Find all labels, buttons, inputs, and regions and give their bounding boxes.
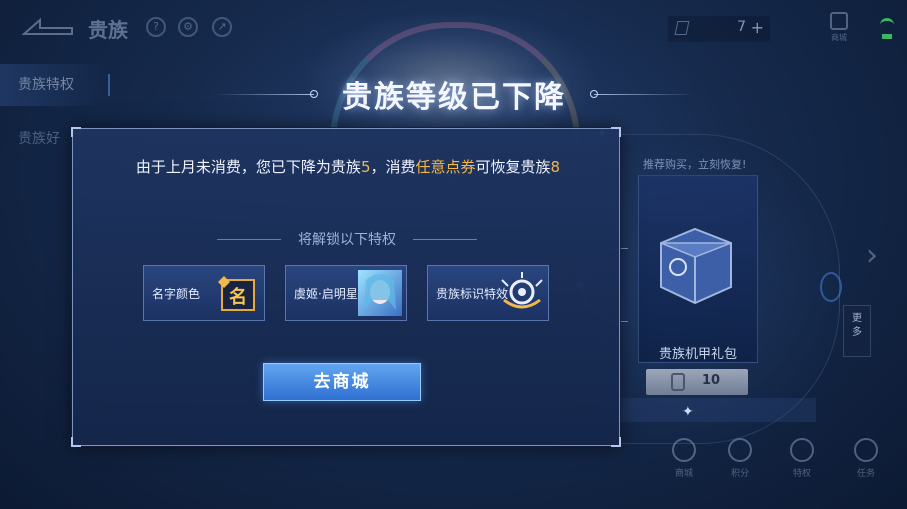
currency-name: 任意点券 xyxy=(415,158,476,176)
wifi-icon xyxy=(880,18,894,32)
shop-icon xyxy=(830,12,848,30)
next-arrow-icon[interactable]: › xyxy=(866,238,878,273)
currency-display[interactable]: 7 + xyxy=(668,16,770,42)
crown-icon xyxy=(790,438,814,462)
sparkle-icon: ✦ xyxy=(682,404,694,420)
bottom-label: 特权 xyxy=(792,469,811,479)
recommend-hint: 推荐购买，立刻恢复! xyxy=(643,158,747,171)
corner-ornament xyxy=(611,437,621,447)
gift-name: 贵族机甲礼包 xyxy=(658,347,737,362)
mecha-gift-box-icon xyxy=(660,227,732,305)
downgrade-message: 由于上月未消费，您已下降为贵族5，消费任意点券可恢复贵族8 xyxy=(118,155,578,179)
more-button[interactable]: 更多 xyxy=(843,305,871,357)
share-icon[interactable]: ↗ xyxy=(212,17,232,37)
modal-title-bar: 贵族等级已下降 xyxy=(214,70,694,120)
message-text: ，消费 xyxy=(370,158,416,176)
skin-portrait-icon xyxy=(358,270,402,316)
bottom-icon-task[interactable]: 任务 xyxy=(846,438,886,484)
corner-ornament xyxy=(71,437,81,447)
points-icon xyxy=(728,438,752,462)
message-text: 由于上月未消费，您已下降为贵族 xyxy=(135,158,361,176)
corner-ornament xyxy=(71,127,81,137)
divider-right xyxy=(413,239,477,240)
emblem-ring-icon xyxy=(820,272,842,302)
bottom-label: 积分 xyxy=(730,469,749,479)
shop-corner-button[interactable]: 商城 xyxy=(826,12,852,44)
privilege-label: 名字颜色 xyxy=(152,287,201,301)
privilege-skin[interactable]: 虞姬·启明星使 xyxy=(285,265,407,321)
bottom-label: 任务 xyxy=(856,469,875,479)
voucher-icon xyxy=(674,21,690,35)
restore-level: 8 xyxy=(550,158,561,176)
name-color-icon: 名 xyxy=(218,276,255,311)
battery-icon xyxy=(882,34,892,39)
add-currency-icon[interactable]: + xyxy=(751,18,764,37)
bottom-label: 商城 xyxy=(674,469,693,479)
back-arrow-icon[interactable] xyxy=(22,14,74,40)
page-title: 贵族 xyxy=(88,18,128,42)
currency-value: 7 xyxy=(737,19,746,35)
downgrade-modal: 由于上月未消费，您已下降为贵族5，消费任意点券可恢复贵族8 将解锁以下特权 名字… xyxy=(71,127,621,447)
privilege-label: 贵族标识特效 xyxy=(436,287,509,301)
shop-corner-label: 商城 xyxy=(831,33,847,42)
diamond-icon xyxy=(672,438,696,462)
privilege-noble-effect[interactable]: 贵族标识特效 xyxy=(427,265,549,321)
restore-strip xyxy=(618,398,816,422)
unlock-label: 将解锁以下特权 xyxy=(298,232,396,248)
task-icon xyxy=(854,438,878,462)
bottom-icon-privilege[interactable]: 特权 xyxy=(782,438,822,484)
title-divider-right xyxy=(594,94,694,95)
noble-emblem-icon xyxy=(501,272,543,309)
gift-price: 10 xyxy=(702,373,721,388)
question-icon[interactable]: ? xyxy=(146,17,166,37)
go-to-shop-button[interactable]: 去商城 xyxy=(263,363,421,401)
privilege-name-color[interactable]: 名字颜色 名 xyxy=(143,265,265,321)
top-bar: 贵族 ? ⚙ ↗ 7 + 商城 xyxy=(0,0,907,56)
bottom-icon-points[interactable]: 积分 xyxy=(720,438,760,484)
voucher-icon xyxy=(671,373,685,391)
svg-text:名: 名 xyxy=(229,286,247,308)
sidebar-item-noble-privilege[interactable]: 贵族特权 xyxy=(0,64,110,106)
corner-ornament xyxy=(611,127,621,137)
message-text: 可恢复贵族 xyxy=(475,158,551,176)
gift-price-button[interactable]: 10 xyxy=(646,369,748,395)
gear-icon[interactable]: ⚙ xyxy=(178,17,198,37)
bottom-icon-shop[interactable]: 商城 xyxy=(664,438,704,484)
unlock-header: 将解锁以下特权 xyxy=(73,229,621,249)
